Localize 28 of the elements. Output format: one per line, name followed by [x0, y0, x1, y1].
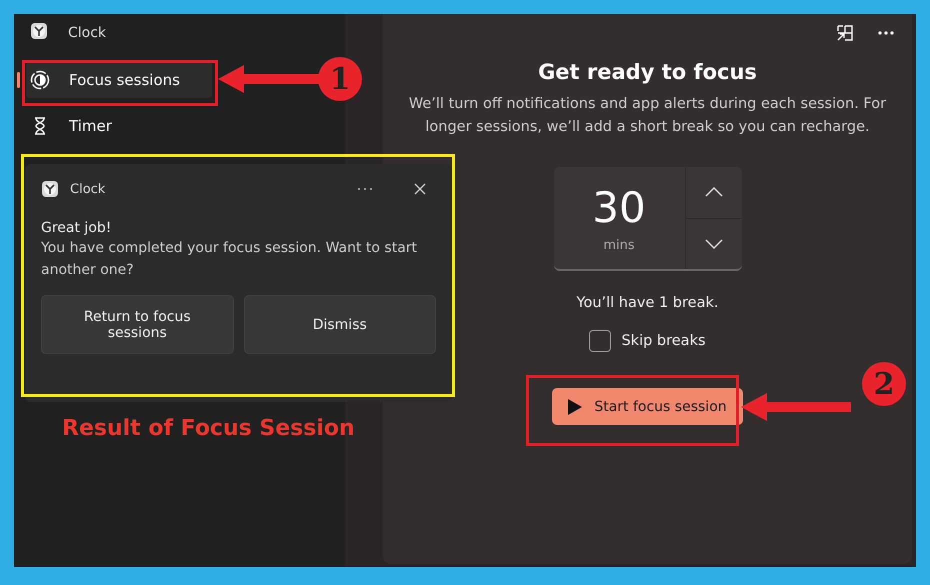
minutes-value: 30	[592, 184, 646, 232]
start-button[interactable]: Start focus session	[552, 388, 743, 425]
app-title: Clock	[68, 25, 106, 41]
more-icon[interactable]	[357, 187, 373, 191]
checkbox-label: Skip breaks	[621, 333, 706, 349]
close-icon[interactable]	[414, 183, 426, 195]
nav-item[interactable]: Timer	[26, 108, 212, 144]
clock-icon	[30, 22, 48, 40]
heading: Get ready to focus	[538, 60, 757, 84]
selection-indicator	[17, 72, 20, 88]
notification-button[interactable]: Dismiss	[244, 295, 436, 354]
notification-title: Great job!	[41, 220, 112, 236]
description: We’ll turn off notifications and app alerts during each session. For longer sessions, we’ll add a short break so you can recharge.	[408, 95, 888, 137]
clock-icon	[41, 180, 59, 198]
window-arrow-icon[interactable]	[836, 24, 854, 42]
minutes-picker[interactable]: 30 mins	[554, 167, 742, 271]
more-icon[interactable]	[878, 31, 894, 35]
notification-app-name: Clock	[70, 182, 106, 196]
play-icon	[568, 398, 582, 414]
chevron-down-icon[interactable]	[704, 238, 722, 249]
chevron-up-icon[interactable]	[704, 187, 722, 198]
notification-button[interactable]: Return to focus sessions	[41, 295, 234, 354]
caption: Result of Focus Session	[62, 415, 355, 443]
checkbox[interactable]	[589, 330, 612, 352]
minutes-unit: mins	[603, 238, 635, 252]
break-note: You’ll have 1 break.	[576, 295, 718, 311]
notification-message: You have completed your focus session. Want to start another one?	[41, 239, 418, 280]
focus-icon	[30, 70, 50, 90]
